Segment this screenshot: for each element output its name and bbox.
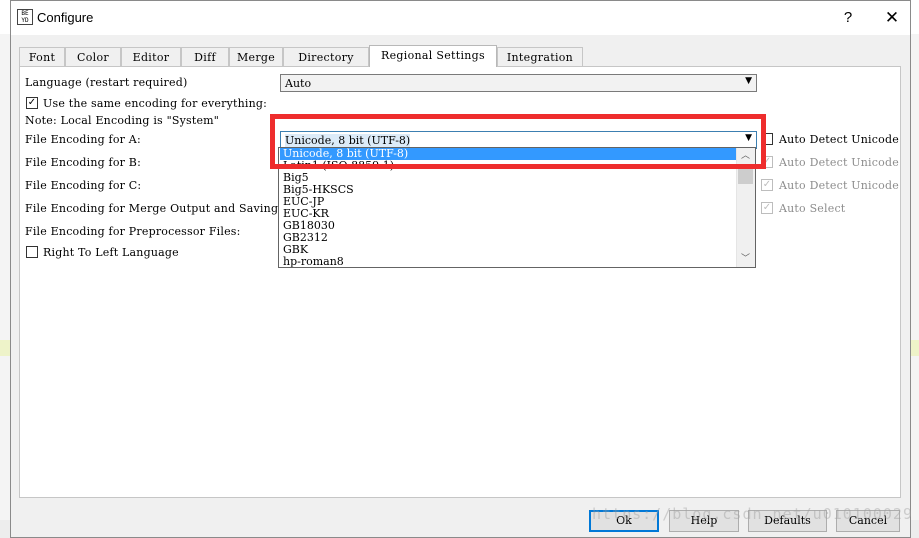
auto-detect-c-label: Auto Detect Unicode [779,179,899,192]
auto-select-label: Auto Select [779,202,846,215]
auto-detect-a-label: Auto Detect Unicode [779,133,899,146]
language-label: Language (restart required) [25,76,188,89]
cancel-button[interactable]: Cancel [836,510,900,532]
auto-select-checkbox[interactable]: ✓ [761,202,773,214]
dropdown-option[interactable]: Latin1 (ISO 8859-1) [280,160,736,172]
tab-color[interactable]: Color [65,47,121,66]
encoding-a-value: Unicode, 8 bit (UTF-8) [285,134,411,147]
tab-regional-settings[interactable]: Regional Settings [369,45,497,67]
local-encoding-note: Note: Local Encoding is "System" [25,114,220,127]
tab-font[interactable]: Font [19,47,65,66]
merge-output-encoding-label: File Encoding for Merge Output and Savin… [25,202,283,215]
same-encoding-checkbox[interactable]: ✓ [26,97,38,109]
dropdown-option[interactable]: GB18030 [280,220,736,232]
language-value: Auto [285,77,312,90]
dropdown-option[interactable]: GBK [280,244,736,256]
tab-directory[interactable]: Directory [283,47,369,66]
chevron-down-icon[interactable]: ﹀ [737,251,754,267]
defaults-button[interactable]: Defaults [748,510,827,532]
encoding-dropdown-list[interactable]: Unicode, 8 bit (UTF-8) Latin1 (ISO 8859-… [278,147,756,268]
preprocessor-encoding-label: File Encoding for Preprocessor Files: [25,225,241,238]
background-app-left [0,34,10,538]
auto-detect-a-checkbox[interactable] [761,133,773,145]
rtl-checkbox[interactable] [26,246,38,258]
tab-merge[interactable]: Merge [229,47,283,66]
language-select[interactable]: Auto ▼ [280,74,757,92]
scrollbar-thumb[interactable] [738,166,753,184]
chevron-down-icon: ▼ [745,76,752,86]
title-bar: BE YD Configure ? ✕ [11,1,910,35]
background-app-right [911,34,919,538]
encoding-a-label: File Encoding for A: [25,133,141,146]
auto-detect-c-checkbox[interactable]: ✓ [761,179,773,191]
dropdown-option[interactable]: hp-roman8 [280,256,736,268]
window-title: Configure [37,10,94,25]
chevron-down-icon: ▼ [745,133,752,143]
close-button[interactable]: ✕ [877,7,907,29]
app-icon: BE YD [17,9,33,25]
regional-settings-panel: Language (restart required) Auto ▼ ✓ Use… [19,66,901,498]
auto-detect-b-checkbox[interactable]: ✓ [761,156,773,168]
same-encoding-label: Use the same encoding for everything: [43,97,268,110]
rtl-label: Right To Left Language [43,246,179,259]
configure-dialog: BE YD Configure ? ✕ Font Color Editor Dif… [10,0,911,538]
dropdown-option[interactable]: EUC-KR [280,208,736,220]
tab-editor[interactable]: Editor [121,47,181,66]
help-title-button[interactable]: ? [834,7,862,29]
chevron-up-icon[interactable]: ︿ [737,148,754,164]
encoding-b-label: File Encoding for B: [25,156,141,169]
auto-detect-b-label: Auto Detect Unicode [779,156,899,169]
tab-diff[interactable]: Diff [181,47,229,66]
dropdown-scrollbar[interactable]: ︿ ﹀ [736,148,755,267]
dropdown-option[interactable]: Big5-HKSCS [280,184,736,196]
dropdown-option[interactable]: EUC-JP [280,196,736,208]
tab-integration[interactable]: Integration [497,47,583,66]
ok-button[interactable]: Ok [589,510,659,532]
dropdown-option[interactable]: GB2312 [280,232,736,244]
encoding-c-label: File Encoding for C: [25,179,142,192]
help-button[interactable]: Help [669,510,739,532]
